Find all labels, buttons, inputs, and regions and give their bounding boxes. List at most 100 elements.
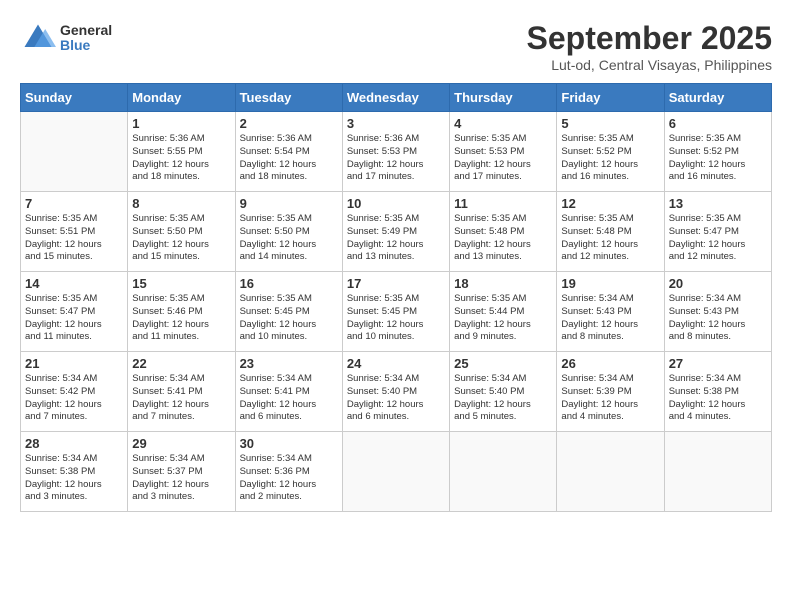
day-info: Sunrise: 5:36 AM Sunset: 5:53 PM Dayligh… bbox=[347, 133, 445, 184]
calendar-cell: 11 Sunrise: 5:35 AM Sunset: 5:48 PM Dayli… bbox=[450, 192, 557, 272]
day-info: Sunrise: 5:35 AM Sunset: 5:45 PM Dayligh… bbox=[347, 293, 445, 344]
day-number: 24 bbox=[347, 356, 445, 371]
day-number: 22 bbox=[132, 356, 230, 371]
day-info: Sunrise: 5:36 AM Sunset: 5:55 PM Dayligh… bbox=[132, 133, 230, 184]
day-info: Sunrise: 5:34 AM Sunset: 5:40 PM Dayligh… bbox=[347, 373, 445, 424]
calendar-cell: 10 Sunrise: 5:35 AM Sunset: 5:49 PM Dayli… bbox=[342, 192, 449, 272]
weekday-header-row: SundayMondayTuesdayWednesdayThursdayFrid… bbox=[21, 84, 772, 112]
day-info: Sunrise: 5:34 AM Sunset: 5:39 PM Dayligh… bbox=[561, 373, 659, 424]
day-info: Sunrise: 5:35 AM Sunset: 5:51 PM Dayligh… bbox=[25, 213, 123, 264]
calendar-week-row: 7Sunrise: 5:35 AM Sunset: 5:51 PM Daylig… bbox=[21, 192, 772, 272]
day-number: 6 bbox=[669, 116, 767, 131]
calendar-cell: 18 Sunrise: 5:35 AM Sunset: 5:44 PM Dayli… bbox=[450, 272, 557, 352]
day-number: 3 bbox=[347, 116, 445, 131]
day-info: Sunrise: 5:34 AM Sunset: 5:38 PM Dayligh… bbox=[669, 373, 767, 424]
calendar-cell: 30Sunrise: 5:34 AM Sunset: 5:36 PM Dayli… bbox=[235, 432, 342, 512]
calendar-cell: 12 Sunrise: 5:35 AM Sunset: 5:48 PM Dayli… bbox=[557, 192, 664, 272]
day-info: Sunrise: 5:35 AM Sunset: 5:52 PM Dayligh… bbox=[669, 133, 767, 184]
calendar-cell bbox=[557, 432, 664, 512]
day-info: Sunrise: 5:35 AM Sunset: 5:47 PM Dayligh… bbox=[669, 213, 767, 264]
calendar-cell: 19Sunrise: 5:34 AM Sunset: 5:43 PM Dayli… bbox=[557, 272, 664, 352]
calendar-header: SundayMondayTuesdayWednesdayThursdayFrid… bbox=[21, 84, 772, 112]
day-number: 13 bbox=[669, 196, 767, 211]
weekday-header-sunday: Sunday bbox=[21, 84, 128, 112]
calendar-cell: 17 Sunrise: 5:35 AM Sunset: 5:45 PM Dayli… bbox=[342, 272, 449, 352]
calendar-cell: 7Sunrise: 5:35 AM Sunset: 5:51 PM Daylig… bbox=[21, 192, 128, 272]
calendar-cell: 28 Sunrise: 5:34 AM Sunset: 5:38 PM Dayli… bbox=[21, 432, 128, 512]
day-info: Sunrise: 5:34 AM Sunset: 5:41 PM Dayligh… bbox=[240, 373, 338, 424]
day-info: Sunrise: 5:35 AM Sunset: 5:49 PM Dayligh… bbox=[347, 213, 445, 264]
day-info: Sunrise: 5:35 AM Sunset: 5:52 PM Dayligh… bbox=[561, 133, 659, 184]
logo-text: General Blue bbox=[60, 23, 112, 54]
calendar-week-row: 21Sunrise: 5:34 AM Sunset: 5:42 PM Dayli… bbox=[21, 352, 772, 432]
day-number: 26 bbox=[561, 356, 659, 371]
calendar-table: SundayMondayTuesdayWednesdayThursdayFrid… bbox=[20, 83, 772, 512]
day-number: 18 bbox=[454, 276, 552, 291]
calendar-week-row: 1 Sunrise: 5:36 AM Sunset: 5:55 PM Daylig… bbox=[21, 112, 772, 192]
day-number: 27 bbox=[669, 356, 767, 371]
calendar-cell: 24 Sunrise: 5:34 AM Sunset: 5:40 PM Dayli… bbox=[342, 352, 449, 432]
calendar-cell: 21Sunrise: 5:34 AM Sunset: 5:42 PM Dayli… bbox=[21, 352, 128, 432]
day-info: Sunrise: 5:35 AM Sunset: 5:47 PM Dayligh… bbox=[25, 293, 123, 344]
day-number: 10 bbox=[347, 196, 445, 211]
day-number: 17 bbox=[347, 276, 445, 291]
day-number: 21 bbox=[25, 356, 123, 371]
calendar-cell: 14 Sunrise: 5:35 AM Sunset: 5:47 PM Dayli… bbox=[21, 272, 128, 352]
calendar-cell: 13 Sunrise: 5:35 AM Sunset: 5:47 PM Dayli… bbox=[664, 192, 771, 272]
calendar-cell: 4Sunrise: 5:35 AM Sunset: 5:53 PM Daylig… bbox=[450, 112, 557, 192]
calendar-week-row: 28 Sunrise: 5:34 AM Sunset: 5:38 PM Dayli… bbox=[21, 432, 772, 512]
calendar-cell: 5 Sunrise: 5:35 AM Sunset: 5:52 PM Daylig… bbox=[557, 112, 664, 192]
day-info: Sunrise: 5:35 AM Sunset: 5:50 PM Dayligh… bbox=[132, 213, 230, 264]
day-info: Sunrise: 5:34 AM Sunset: 5:36 PM Dayligh… bbox=[240, 453, 338, 504]
calendar-cell: 16Sunrise: 5:35 AM Sunset: 5:45 PM Dayli… bbox=[235, 272, 342, 352]
calendar-cell bbox=[450, 432, 557, 512]
calendar-cell: 2Sunrise: 5:36 AM Sunset: 5:54 PM Daylig… bbox=[235, 112, 342, 192]
calendar-cell: 22 Sunrise: 5:34 AM Sunset: 5:41 PM Dayli… bbox=[128, 352, 235, 432]
calendar-cell: 23Sunrise: 5:34 AM Sunset: 5:41 PM Dayli… bbox=[235, 352, 342, 432]
day-info: Sunrise: 5:34 AM Sunset: 5:38 PM Dayligh… bbox=[25, 453, 123, 504]
logo-general-text: General bbox=[60, 23, 112, 38]
title-block: September 2025 Lut-od, Central Visayas, … bbox=[527, 20, 772, 73]
calendar-cell: 25 Sunrise: 5:34 AM Sunset: 5:40 PM Dayli… bbox=[450, 352, 557, 432]
calendar-cell: 9 Sunrise: 5:35 AM Sunset: 5:50 PM Daylig… bbox=[235, 192, 342, 272]
calendar-cell: 15 Sunrise: 5:35 AM Sunset: 5:46 PM Dayli… bbox=[128, 272, 235, 352]
day-info: Sunrise: 5:34 AM Sunset: 5:40 PM Dayligh… bbox=[454, 373, 552, 424]
day-number: 19 bbox=[561, 276, 659, 291]
day-number: 8 bbox=[132, 196, 230, 211]
day-number: 12 bbox=[561, 196, 659, 211]
month-title: September 2025 bbox=[527, 20, 772, 57]
day-number: 28 bbox=[25, 436, 123, 451]
calendar-cell: 1 Sunrise: 5:36 AM Sunset: 5:55 PM Daylig… bbox=[128, 112, 235, 192]
day-number: 20 bbox=[669, 276, 767, 291]
calendar-cell: 27 Sunrise: 5:34 AM Sunset: 5:38 PM Dayli… bbox=[664, 352, 771, 432]
calendar-cell: 6 Sunrise: 5:35 AM Sunset: 5:52 PM Daylig… bbox=[664, 112, 771, 192]
day-number: 9 bbox=[240, 196, 338, 211]
day-number: 14 bbox=[25, 276, 123, 291]
calendar-cell bbox=[664, 432, 771, 512]
day-info: Sunrise: 5:36 AM Sunset: 5:54 PM Dayligh… bbox=[240, 133, 338, 184]
day-info: Sunrise: 5:35 AM Sunset: 5:44 PM Dayligh… bbox=[454, 293, 552, 344]
day-number: 11 bbox=[454, 196, 552, 211]
day-info: Sunrise: 5:34 AM Sunset: 5:41 PM Dayligh… bbox=[132, 373, 230, 424]
day-info: Sunrise: 5:34 AM Sunset: 5:43 PM Dayligh… bbox=[669, 293, 767, 344]
calendar-body: 1 Sunrise: 5:36 AM Sunset: 5:55 PM Daylig… bbox=[21, 112, 772, 512]
day-info: Sunrise: 5:35 AM Sunset: 5:46 PM Dayligh… bbox=[132, 293, 230, 344]
day-number: 29 bbox=[132, 436, 230, 451]
weekday-header-tuesday: Tuesday bbox=[235, 84, 342, 112]
day-number: 15 bbox=[132, 276, 230, 291]
weekday-header-monday: Monday bbox=[128, 84, 235, 112]
day-info: Sunrise: 5:35 AM Sunset: 5:48 PM Dayligh… bbox=[454, 213, 552, 264]
day-info: Sunrise: 5:35 AM Sunset: 5:45 PM Dayligh… bbox=[240, 293, 338, 344]
page-header: General Blue September 2025 Lut-od, Cent… bbox=[20, 20, 772, 73]
weekday-header-thursday: Thursday bbox=[450, 84, 557, 112]
day-info: Sunrise: 5:35 AM Sunset: 5:48 PM Dayligh… bbox=[561, 213, 659, 264]
location-text: Lut-od, Central Visayas, Philippines bbox=[527, 57, 772, 73]
day-info: Sunrise: 5:34 AM Sunset: 5:37 PM Dayligh… bbox=[132, 453, 230, 504]
day-number: 1 bbox=[132, 116, 230, 131]
day-number: 25 bbox=[454, 356, 552, 371]
calendar-cell: 8 Sunrise: 5:35 AM Sunset: 5:50 PM Daylig… bbox=[128, 192, 235, 272]
day-info: Sunrise: 5:35 AM Sunset: 5:50 PM Dayligh… bbox=[240, 213, 338, 264]
day-number: 4 bbox=[454, 116, 552, 131]
calendar-cell: 26 Sunrise: 5:34 AM Sunset: 5:39 PM Dayli… bbox=[557, 352, 664, 432]
day-number: 5 bbox=[561, 116, 659, 131]
